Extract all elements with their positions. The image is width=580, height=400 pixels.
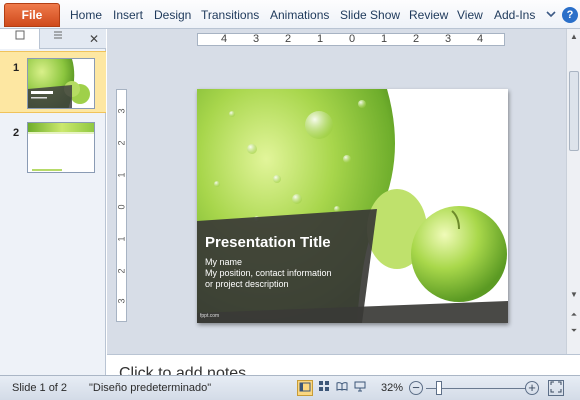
slide-thumbnail-2[interactable] — [27, 122, 95, 173]
previous-slide-icon[interactable]: ⏶ — [568, 309, 580, 321]
slide-canvas[interactable]: Presentation Title My name My position, … — [197, 89, 508, 323]
slide-title[interactable]: Presentation Title — [205, 234, 331, 251]
status-bar: Slide 1 of 2 "Diseño predeterminado" 32%… — [0, 375, 580, 400]
slide-indicator: Slide 1 of 2 — [12, 382, 68, 394]
ruler-tick: 1 — [380, 33, 388, 45]
zoom-level[interactable]: 32% — [381, 382, 403, 394]
ruler-tick: 4 — [476, 33, 484, 45]
ruler-tick: 2 — [412, 33, 420, 45]
outline-tab-icon[interactable] — [40, 29, 76, 49]
slide-number: 2 — [13, 127, 20, 139]
help-icon[interactable]: ? — [562, 7, 578, 23]
ruler-tick: 3 — [116, 108, 127, 114]
horizontal-ruler[interactable]: 4 3 2 1 0 1 2 3 4 — [197, 33, 505, 46]
slides-pane: ✕ 1 2 — [0, 29, 106, 375]
powerpoint-window: File Home Insert Design Transitions Anim… — [0, 0, 580, 400]
file-tab[interactable]: File — [4, 3, 60, 27]
slide-number: 1 — [13, 62, 20, 74]
notes-pane[interactable]: Click to add notes — [107, 354, 580, 382]
theme-name[interactable]: "Diseño predeterminado" — [89, 382, 211, 394]
zoom-out-button[interactable]: − — [409, 381, 423, 395]
slide-subtitle-line[interactable]: My name — [205, 257, 242, 267]
slide-subtitle-line[interactable]: or project description — [205, 279, 289, 289]
ruler-tick: 3 — [444, 33, 452, 45]
tab-slide-show[interactable]: Slide Show — [340, 3, 400, 27]
tab-design[interactable]: Design — [154, 3, 191, 27]
zoom-in-button[interactable]: + — [525, 381, 539, 395]
tab-insert[interactable]: Insert — [113, 3, 143, 27]
ruler-tick: 1 — [116, 172, 127, 178]
ruler-tick: 2 — [116, 140, 127, 146]
scroll-down-icon[interactable]: ▼ — [568, 289, 580, 301]
scrollbar-thumb[interactable] — [569, 71, 579, 151]
ruler-tick: 2 — [284, 33, 292, 45]
vertical-ruler[interactable]: 3 2 1 0 1 2 3 — [116, 89, 127, 322]
reading-view-icon[interactable] — [334, 380, 350, 396]
tab-view[interactable]: View — [457, 3, 483, 27]
ruler-tick: 3 — [116, 298, 127, 304]
ruler-tick: 0 — [348, 33, 356, 45]
slide-sorter-icon[interactable] — [316, 380, 332, 396]
ruler-tick: 1 — [316, 33, 324, 45]
slide-thumbnail-row[interactable]: 1 — [0, 51, 106, 113]
slide-thumbnail-row[interactable]: 2 — [0, 117, 106, 177]
slide-subtitle-line[interactable]: My position, contact information — [205, 268, 332, 278]
close-pane-icon[interactable]: ✕ — [84, 29, 104, 49]
ruler-tick: 2 — [116, 268, 127, 274]
ruler-tick: 1 — [116, 236, 127, 242]
zoom-slider-thumb[interactable] — [436, 381, 442, 395]
slide-thumbnail-1[interactable] — [27, 58, 95, 109]
scroll-up-icon[interactable]: ▲ — [568, 31, 580, 43]
fit-to-window-icon[interactable] — [548, 380, 564, 396]
tab-review[interactable]: Review — [409, 3, 448, 27]
normal-view-icon[interactable] — [297, 380, 313, 396]
tab-animations[interactable]: Animations — [270, 3, 329, 27]
ruler-tick: 0 — [116, 204, 127, 210]
ruler-tick: 3 — [252, 33, 260, 45]
tab-add-ins[interactable]: Add-Ins — [494, 3, 535, 27]
chevron-down-icon[interactable] — [544, 8, 558, 22]
slide-footer: fppt.com — [200, 313, 220, 319]
tab-home[interactable]: Home — [70, 3, 102, 27]
slide-editor: Presentation Title My name My position, … — [107, 29, 566, 354]
ribbon-tabs: File Home Insert Design Transitions Anim… — [0, 0, 580, 29]
next-slide-icon[interactable]: ⏷ — [568, 325, 580, 337]
tab-transitions[interactable]: Transitions — [201, 3, 259, 27]
slide-show-icon[interactable] — [352, 380, 368, 396]
ribbon-controls: ? — [540, 3, 580, 27]
vertical-scrollbar[interactable]: ▲ ▼ ⏶ ⏷ — [566, 29, 580, 354]
pane-tabs: ✕ — [0, 29, 106, 49]
slides-tab-icon[interactable] — [0, 29, 40, 49]
ruler-tick: 4 — [220, 33, 228, 45]
